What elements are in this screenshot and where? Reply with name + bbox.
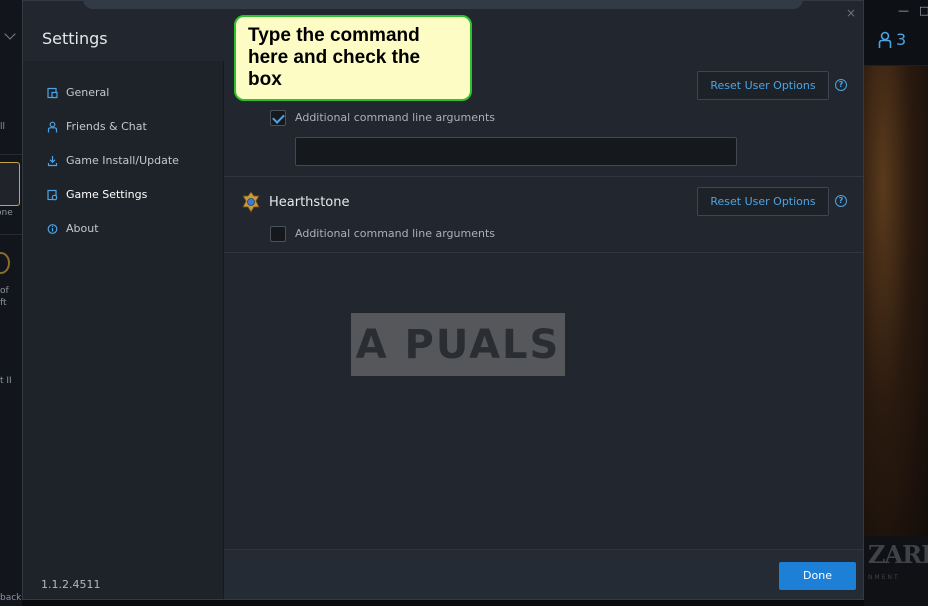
general-icon <box>47 87 58 98</box>
dialog-title: Settings <box>42 29 108 48</box>
brand-logo-fragment: ZARD <box>868 540 928 569</box>
divider <box>0 234 22 235</box>
friends-icon <box>47 121 58 132</box>
help-icon[interactable]: ? <box>835 79 847 91</box>
command-args-input[interactable] <box>295 137 737 166</box>
sidebar-item-label: Friends & Chat <box>66 120 147 133</box>
game-label-fragment: ll <box>0 122 6 132</box>
header-tab-strip <box>83 0 803 9</box>
friends-button[interactable]: 3 <box>878 30 906 49</box>
sidebar-item-label: About <box>66 222 99 235</box>
dialog-footer: Done <box>224 549 863 599</box>
sidebar-item-label: General <box>66 86 110 99</box>
launcher-background-right: — □ 3 ZARD NMENT <box>864 0 928 606</box>
instruction-callout: Type the command here and check the box <box>234 15 472 101</box>
app-version: 1.1.2.4511 <box>41 578 101 591</box>
appuals-watermark: A PUALS <box>351 313 565 376</box>
download-icon <box>47 155 58 166</box>
divider <box>0 154 22 155</box>
game-label-fragment: of <box>0 286 9 296</box>
game-background-art <box>864 66 928 536</box>
game-label-fragment: t II <box>0 376 12 386</box>
hearthstone-command-args-label: Additional command line arguments <box>295 227 495 240</box>
hearthstone-command-args-checkbox[interactable] <box>270 226 286 242</box>
help-icon[interactable]: ? <box>835 195 847 207</box>
reset-user-options-button[interactable]: Reset User Options <box>697 187 829 216</box>
section-divider <box>224 252 863 253</box>
window-controls: — □ <box>898 4 928 17</box>
command-args-label: Additional command line arguments <box>295 111 495 124</box>
settings-sidebar: General Friends & Chat Game Install/Upda… <box>23 61 224 599</box>
hearthstone-logo-icon <box>242 191 260 213</box>
chevron-down-icon[interactable] <box>4 28 16 40</box>
game-ring-icon[interactable] <box>0 252 10 274</box>
sidebar-item-label: Game Settings <box>66 188 148 201</box>
game-label-fragment: back <box>0 593 22 603</box>
launcher-background-left: ll one of ft t II back <box>0 0 22 606</box>
screen: ll one of ft t II back — □ 3 ZARD NMENT <box>0 0 928 606</box>
close-icon[interactable]: × <box>846 6 856 20</box>
friends-count: 3 <box>896 30 907 49</box>
game-tile-icon[interactable] <box>0 162 20 206</box>
info-icon <box>47 223 58 234</box>
reset-user-options-button[interactable]: Reset User Options <box>697 71 829 100</box>
game-label-fragment: one <box>0 208 13 218</box>
game-label-fragment: ft <box>0 298 7 308</box>
sidebar-item-label: Game Install/Update <box>66 154 179 167</box>
game-settings-content: Reset User Options ? Additional command … <box>224 61 863 549</box>
done-button[interactable]: Done <box>779 562 856 590</box>
sidebar-item-game-settings[interactable]: Game Settings <box>47 188 147 201</box>
sidebar-item-general[interactable]: General <box>47 86 109 99</box>
command-args-checkbox[interactable] <box>270 110 286 126</box>
watermark-text: A PUALS <box>355 321 561 368</box>
brand-subtitle-fragment: NMENT <box>868 574 900 581</box>
game-settings-icon <box>47 189 58 200</box>
sidebar-item-game-install-update[interactable]: Game Install/Update <box>47 154 179 167</box>
maximize-icon[interactable]: □ <box>919 4 928 17</box>
sidebar-item-friends-chat[interactable]: Friends & Chat <box>47 120 147 133</box>
friends-person-icon <box>878 31 892 48</box>
game-name-hearthstone: Hearthstone <box>269 195 350 210</box>
minimize-icon[interactable]: — <box>898 4 909 17</box>
sidebar-item-about[interactable]: About <box>47 222 99 235</box>
section-divider <box>224 176 863 177</box>
